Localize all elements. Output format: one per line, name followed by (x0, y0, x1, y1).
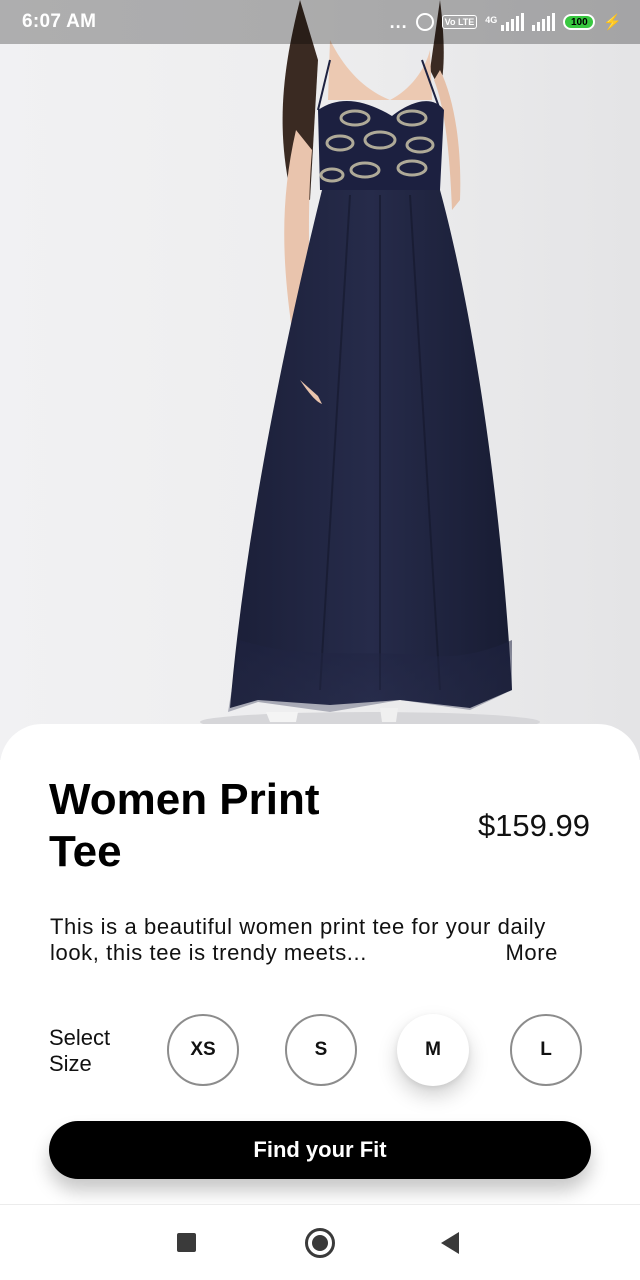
select-size-label: Select Size (49, 1025, 111, 1076)
find-your-fit-button[interactable]: Find your Fit (49, 1121, 591, 1179)
product-title: Women Print Tee (49, 775, 320, 876)
charging-icon: ⚡ (603, 14, 622, 31)
system-nav-bar (0, 1204, 640, 1280)
back-triangle-icon[interactable] (441, 1232, 459, 1254)
status-icons: ... Vo LTE 4G 100 ⚡ (390, 13, 622, 31)
more-link[interactable]: More (499, 940, 558, 966)
size-option-xs[interactable]: XS (167, 1014, 239, 1086)
signal-2-icon (532, 13, 556, 31)
status-bar: 6:07 AM ... Vo LTE 4G 100 ⚡ (0, 0, 640, 44)
size-option-l[interactable]: L (510, 1014, 582, 1086)
more-notifications-icon: ... (389, 12, 408, 32)
signal-icon (501, 13, 525, 31)
volte-icon: Vo LTE (441, 15, 478, 29)
product-price: $159.99 (477, 808, 590, 843)
network-type-label: 4G (485, 15, 498, 25)
size-option-s[interactable]: S (285, 1014, 357, 1086)
dress-photo (200, 0, 540, 732)
product-image (0, 0, 640, 760)
alarm-icon (415, 13, 434, 31)
size-option-m[interactable]: M (397, 1014, 469, 1086)
product-details-sheet: Women Print Tee $159.99 This is a beauti… (0, 724, 640, 1204)
recents-square-icon[interactable] (177, 1233, 196, 1252)
status-time: 6:07 AM (22, 11, 97, 32)
battery-icon: 100 (563, 14, 596, 30)
home-circle-icon[interactable] (305, 1228, 335, 1258)
